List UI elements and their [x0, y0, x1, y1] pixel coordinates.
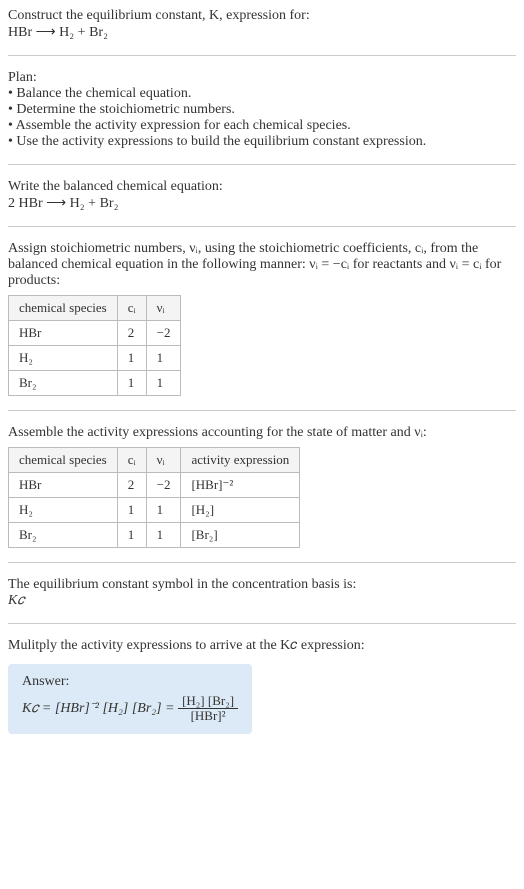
plan-item: • Determine the stoichiometric numbers. — [8, 102, 516, 118]
divider — [8, 226, 516, 227]
col-header: chemical species — [9, 296, 118, 321]
stoich-text: Assign stoichiometric numbers, νᵢ, using… — [8, 241, 516, 289]
divider — [8, 410, 516, 411]
answer-lhs: K𝑐 = [HBr]⁻² [H₂] [Br₂] = — [22, 701, 178, 716]
cell: −2 — [146, 321, 181, 346]
cell: 1 — [117, 498, 146, 523]
eqconst-section: The equilibrium constant symbol in the c… — [8, 577, 516, 609]
col-header: cᵢ — [117, 296, 146, 321]
table-row: Br₂ 1 1 [Br₂] — [9, 523, 300, 548]
cell: 1 — [117, 371, 146, 396]
cell: HBr — [9, 473, 118, 498]
cell: Br₂ — [9, 523, 118, 548]
answer-box: Answer: K𝑐 = [HBr]⁻² [H₂] [Br₂] = [H₂] [… — [8, 664, 252, 734]
col-header: cᵢ — [117, 448, 146, 473]
activity-table: chemical species cᵢ νᵢ activity expressi… — [8, 447, 300, 548]
cell: HBr — [9, 321, 118, 346]
cell: H₂ — [9, 346, 118, 371]
col-header: activity expression — [181, 448, 300, 473]
cell: [H₂] — [181, 498, 300, 523]
divider — [8, 623, 516, 624]
answer-label: Answer: — [22, 674, 238, 690]
balanced-equation: 2 HBr ⟶ H₂ + Br₂ — [8, 195, 516, 212]
cell: 2 — [117, 321, 146, 346]
balanced-section: Write the balanced chemical equation: 2 … — [8, 179, 516, 212]
cell: 1 — [146, 371, 181, 396]
cell: 1 — [117, 523, 146, 548]
prompt-header: Construct the equilibrium constant, K, e… — [8, 8, 516, 41]
activity-text: Assemble the activity expressions accoun… — [8, 425, 516, 441]
stoich-section: Assign stoichiometric numbers, νᵢ, using… — [8, 241, 516, 396]
cell: Br₂ — [9, 371, 118, 396]
cell: 2 — [117, 473, 146, 498]
table-row: chemical species cᵢ νᵢ — [9, 296, 181, 321]
cell: 1 — [146, 498, 181, 523]
table-row: HBr 2 −2 [HBr]⁻² — [9, 473, 300, 498]
table-row: H₂ 1 1 — [9, 346, 181, 371]
fraction-numerator: [H₂] [Br₂] — [178, 694, 238, 709]
divider — [8, 55, 516, 56]
table-row: Br₂ 1 1 — [9, 371, 181, 396]
answer-expression: K𝑐 = [HBr]⁻² [H₂] [Br₂] = [H₂] [Br₂] [HB… — [22, 694, 238, 724]
prompt-line1: Construct the equilibrium constant, K, e… — [8, 8, 516, 24]
cell: [HBr]⁻² — [181, 473, 300, 498]
col-header: chemical species — [9, 448, 118, 473]
cell: 1 — [146, 523, 181, 548]
plan-heading: Plan: — [8, 70, 516, 86]
divider — [8, 562, 516, 563]
plan-section: Plan: • Balance the chemical equation. •… — [8, 70, 516, 150]
activity-section: Assemble the activity expressions accoun… — [8, 425, 516, 548]
prompt-equation: HBr ⟶ H₂ + Br₂ — [8, 24, 516, 41]
plan-item: • Use the activity expressions to build … — [8, 134, 516, 150]
eqconst-symbol: K𝑐 — [8, 593, 516, 609]
cell: [Br₂] — [181, 523, 300, 548]
plan-item: • Assemble the activity expression for e… — [8, 118, 516, 134]
answer-fraction: [H₂] [Br₂] [HBr]² — [178, 694, 238, 724]
multiply-text: Mulitply the activity expressions to arr… — [8, 638, 516, 654]
cell: H₂ — [9, 498, 118, 523]
table-row: H₂ 1 1 [H₂] — [9, 498, 300, 523]
table-row: chemical species cᵢ νᵢ activity expressi… — [9, 448, 300, 473]
stoich-table: chemical species cᵢ νᵢ HBr 2 −2 H₂ 1 1 B… — [8, 295, 181, 396]
cell: 1 — [117, 346, 146, 371]
cell: −2 — [146, 473, 181, 498]
eqconst-text: The equilibrium constant symbol in the c… — [8, 577, 516, 593]
cell: 1 — [146, 346, 181, 371]
table-row: HBr 2 −2 — [9, 321, 181, 346]
multiply-section: Mulitply the activity expressions to arr… — [8, 638, 516, 654]
plan-item: • Balance the chemical equation. — [8, 86, 516, 102]
balanced-heading: Write the balanced chemical equation: — [8, 179, 516, 195]
col-header: νᵢ — [146, 296, 181, 321]
col-header: νᵢ — [146, 448, 181, 473]
divider — [8, 164, 516, 165]
fraction-denominator: [HBr]² — [178, 709, 238, 723]
